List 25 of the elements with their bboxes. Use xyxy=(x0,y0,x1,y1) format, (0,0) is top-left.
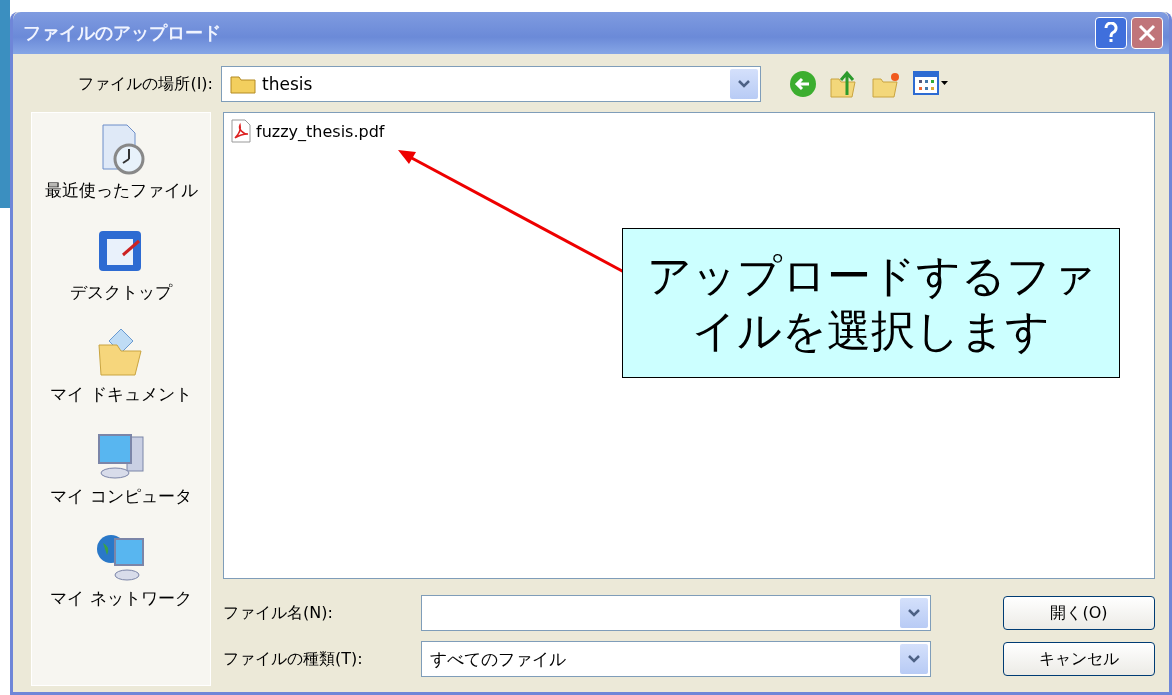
close-icon xyxy=(1138,24,1156,42)
view-menu-icon[interactable] xyxy=(913,71,949,97)
filename-field[interactable] xyxy=(421,595,931,631)
cancel-button[interactable]: キャンセル xyxy=(1003,642,1155,676)
place-item[interactable]: マイ ドキュメント xyxy=(50,383,192,406)
place-item[interactable]: マイ ネットワーク xyxy=(50,587,192,610)
place-item[interactable]: デスクトップ xyxy=(70,281,172,304)
callout-note: アップロードするファイルを選択します xyxy=(622,228,1120,378)
help-button[interactable] xyxy=(1095,17,1127,49)
window-title: ファイルのアップロード xyxy=(23,21,222,45)
place-item[interactable]: 最近使ったファイル xyxy=(44,179,198,202)
folder-up-icon[interactable] xyxy=(829,69,859,99)
location-dropdown[interactable]: thesis xyxy=(221,66,761,102)
back-icon[interactable] xyxy=(789,70,817,98)
file-name[interactable]: fuzzy_thesis.pdf xyxy=(256,121,385,141)
folder-icon xyxy=(230,74,256,94)
pdf-file-icon xyxy=(230,119,252,143)
open-button[interactable]: 開く(O) xyxy=(1003,596,1155,630)
filetype-label: ファイルの種類(T): xyxy=(223,648,364,670)
filetype-dropdown[interactable]: すべてのファイル xyxy=(421,641,931,677)
filename-label: ファイル名(N): xyxy=(223,602,334,624)
close-button[interactable] xyxy=(1131,17,1163,49)
location-label: ファイルの場所(I): xyxy=(77,73,214,95)
question-mark-icon xyxy=(1103,22,1119,44)
place-item[interactable]: マイ コンピュータ xyxy=(50,485,192,508)
